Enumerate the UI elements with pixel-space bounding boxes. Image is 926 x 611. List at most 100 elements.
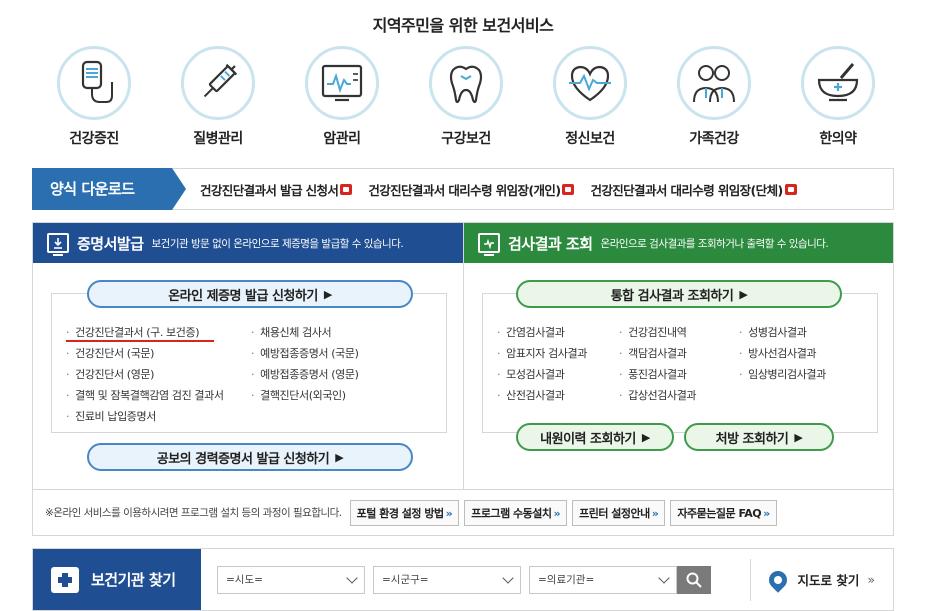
list-item[interactable]: 건강진단결과서 (구. 보건증) bbox=[66, 324, 214, 342]
list-item[interactable]: 건강검진내역 bbox=[619, 324, 739, 342]
health-center-finder: 보건기관 찾기 =시도= =시군구= =의료기관= 지도로 찾기 » bbox=[32, 548, 894, 611]
district-select[interactable]: =시군구= bbox=[373, 565, 521, 594]
arrow-right-icon: ▶ bbox=[335, 450, 344, 464]
form-link-proxy-group[interactable]: 건강진단결과서 대리수령 위임장(단체) bbox=[590, 180, 797, 199]
list-item[interactable]: 진료비 납입증명서 bbox=[66, 408, 436, 426]
certificate-panel: 증명서발급 보건기관 방문 없이 온라인으로 제증명을 발급할 수 있습니다. … bbox=[33, 223, 463, 489]
list-item[interactable]: 건강진단서 (국문) bbox=[66, 345, 251, 363]
form-link-proxy-individual[interactable]: 건강진단결과서 대리수령 위임장(개인) bbox=[368, 180, 575, 199]
select-value: =의료기관= bbox=[538, 574, 595, 586]
list-item[interactable]: 건강진단서 (영문) bbox=[66, 366, 251, 384]
select-value: =시군구= bbox=[382, 574, 429, 586]
chevron-down-icon bbox=[346, 571, 358, 584]
list-item[interactable]: 간염검사결과 bbox=[497, 324, 619, 342]
result-list: 간염검사결과 건강검진내역 성병검사결과 암표지자 검사결과 객담검사결과 방사… bbox=[497, 324, 867, 405]
certificate-panel-title: 증명서발급 bbox=[77, 234, 144, 253]
map-link-label: 지도로 찾기 bbox=[797, 573, 860, 588]
select-value: =시도= bbox=[226, 574, 263, 586]
form-link-label: 건강진단결과서 대리수령 위임장(단체) bbox=[590, 182, 783, 198]
certificate-panel-description: 보건기관 방문 없이 온라인으로 제증명을 발급할 수 있습니다. bbox=[151, 237, 404, 250]
list-item[interactable]: 채용신체 검사서 bbox=[251, 324, 436, 342]
service-label: 암관리 bbox=[323, 131, 361, 147]
arrow-right-icon: ▶ bbox=[794, 430, 803, 444]
double-chevron-icon: » bbox=[763, 506, 770, 520]
facility-select[interactable]: =의료기관= bbox=[529, 565, 677, 594]
service-label: 한의약 bbox=[819, 131, 857, 147]
certificate-download-icon bbox=[47, 233, 69, 256]
service-panels: 증명서발급 보건기관 방문 없이 온라인으로 제증명을 발급할 수 있습니다. … bbox=[32, 222, 894, 490]
result-panel: 검사결과 조회 온라인으로 검사결과를 조회하거나 출력할 수 있습니다. 간염… bbox=[463, 223, 893, 489]
list-item[interactable]: 임상병리검사결과 bbox=[739, 366, 859, 384]
career-certificate-button[interactable]: 공보의 경력증명서 발급 신청하기 ▶ bbox=[87, 443, 413, 471]
monitor-chart-icon bbox=[305, 46, 379, 120]
list-item[interactable]: 예방접종증명서 (국문) bbox=[251, 345, 436, 363]
double-chevron-icon: » bbox=[867, 572, 875, 587]
arrow-right-icon: ▶ bbox=[641, 430, 650, 444]
list-item[interactable]: 성병검사결과 bbox=[739, 324, 859, 342]
double-chevron-icon: » bbox=[651, 506, 659, 520]
form-download-links: 건강진단결과서 발급 신청서 건강진단결과서 대리수령 위임장(개인) 건강진단… bbox=[200, 180, 797, 199]
online-certificate-button[interactable]: 온라인 제증명 발급 신청하기 ▶ bbox=[87, 280, 413, 308]
visit-history-button[interactable]: 내원이력 조회하기 ▶ bbox=[516, 423, 674, 451]
pdf-icon bbox=[784, 183, 797, 195]
section-title: 지역주민을 위한 보건서비스 bbox=[372, 16, 554, 35]
list-item[interactable]: 풍진검사결과 bbox=[619, 366, 739, 384]
service-disease-management[interactable]: 질병관리 bbox=[170, 46, 266, 148]
service-cancer-management[interactable]: 암관리 bbox=[294, 46, 390, 148]
form-link-application[interactable]: 건강진단결과서 발급 신청서 bbox=[200, 180, 353, 199]
form-download-heading: 양식 다운로드 bbox=[32, 167, 186, 210]
finder-title: 보건기관 찾기 bbox=[91, 571, 176, 589]
service-oriental-medicine[interactable]: 한의약 bbox=[790, 46, 886, 148]
double-chevron-icon: » bbox=[445, 506, 453, 520]
map-search-link[interactable]: 지도로 찾기 » bbox=[750, 558, 875, 601]
mortar-pestle-icon bbox=[801, 46, 875, 120]
arrow-right-icon: ▶ bbox=[739, 287, 748, 301]
certificate-list-box: 건강진단결과서 (구. 보건증) 채용신체 검사서 건강진단서 (국문) 예방접… bbox=[51, 293, 447, 433]
service-oral-health[interactable]: 구강보건 bbox=[418, 46, 514, 148]
list-item[interactable]: 결핵진단서(외국인) bbox=[251, 387, 436, 405]
pdf-icon bbox=[340, 183, 353, 195]
finder-heading: 보건기관 찾기 bbox=[33, 549, 201, 610]
list-item[interactable]: 암표지자 검사결과 bbox=[497, 345, 619, 363]
list-item[interactable]: 객담검사결과 bbox=[619, 345, 739, 363]
list-item[interactable]: 갑상선검사결과 bbox=[619, 387, 739, 405]
service-icons-row: 건강증진 질병관리 암관리 구강보건 정신보건 가족건강 한의약 bbox=[46, 46, 886, 148]
arrow-right-icon: ▶ bbox=[323, 287, 332, 301]
manual-install-button[interactable]: 프로그램 수동설치» bbox=[464, 499, 568, 526]
list-item[interactable]: 예방접종증명서 (영문) bbox=[251, 366, 436, 384]
list-item[interactable]: 방사선검사결과 bbox=[739, 345, 859, 363]
list-item[interactable]: 모성검사결과 bbox=[497, 366, 619, 384]
list-item[interactable]: 산전검사결과 bbox=[497, 387, 619, 405]
button-label: 처방 조회하기 bbox=[715, 431, 789, 447]
faq-button[interactable]: 자주묻는질문 FAQ» bbox=[670, 499, 777, 526]
hospital-icon bbox=[51, 566, 79, 593]
service-label: 가족건강 bbox=[689, 131, 739, 147]
service-label: 건강증진 bbox=[69, 131, 119, 147]
search-button[interactable] bbox=[677, 565, 711, 594]
service-label: 구강보건 bbox=[441, 131, 491, 147]
doctors-icon bbox=[677, 46, 751, 120]
button-label: 온라인 제증명 발급 신청하기 bbox=[168, 288, 318, 304]
button-label: 통합 검사결과 조회하기 bbox=[610, 288, 734, 304]
program-install-notice: ※온라인 서비스를 이용하시려면 프로그램 설치 등의 과정이 필요합니다. 포… bbox=[32, 490, 894, 536]
iv-bag-icon bbox=[57, 46, 131, 120]
chevron-down-icon bbox=[502, 571, 514, 584]
result-panel-title: 검사결과 조회 bbox=[508, 234, 593, 253]
form-download-bar: 양식 다운로드 건강진단결과서 발급 신청서 건강진단결과서 대리수령 위임장(… bbox=[32, 167, 894, 210]
list-item[interactable]: 결핵 및 잠복결핵감염 검진 결과서 bbox=[66, 387, 251, 405]
service-label: 질병관리 bbox=[193, 131, 243, 147]
result-list-box: 간염검사결과 건강검진내역 성병검사결과 암표지자 검사결과 객담검사결과 방사… bbox=[482, 293, 878, 433]
prescription-button[interactable]: 처방 조회하기 ▶ bbox=[684, 423, 834, 451]
search-icon bbox=[686, 572, 702, 588]
form-link-label: 건강진단결과서 대리수령 위임장(개인) bbox=[368, 182, 561, 198]
service-family-health[interactable]: 가족건강 bbox=[666, 46, 762, 148]
service-mental-health[interactable]: 정신보건 bbox=[542, 46, 638, 148]
map-pin-icon bbox=[765, 566, 792, 593]
province-select[interactable]: =시도= bbox=[217, 565, 365, 594]
service-health-promotion[interactable]: 건강증진 bbox=[46, 46, 142, 148]
button-label: 공보의 경력증명서 발급 신청하기 bbox=[156, 451, 330, 467]
integrated-result-button[interactable]: 통합 검사결과 조회하기 ▶ bbox=[516, 280, 842, 308]
certificate-panel-header: 증명서발급 보건기관 방문 없이 온라인으로 제증명을 발급할 수 있습니다. bbox=[33, 223, 463, 263]
portal-setup-button[interactable]: 포털 환경 설정 방법» bbox=[349, 499, 460, 526]
printer-setup-button[interactable]: 프린터 설정안내» bbox=[572, 499, 666, 526]
